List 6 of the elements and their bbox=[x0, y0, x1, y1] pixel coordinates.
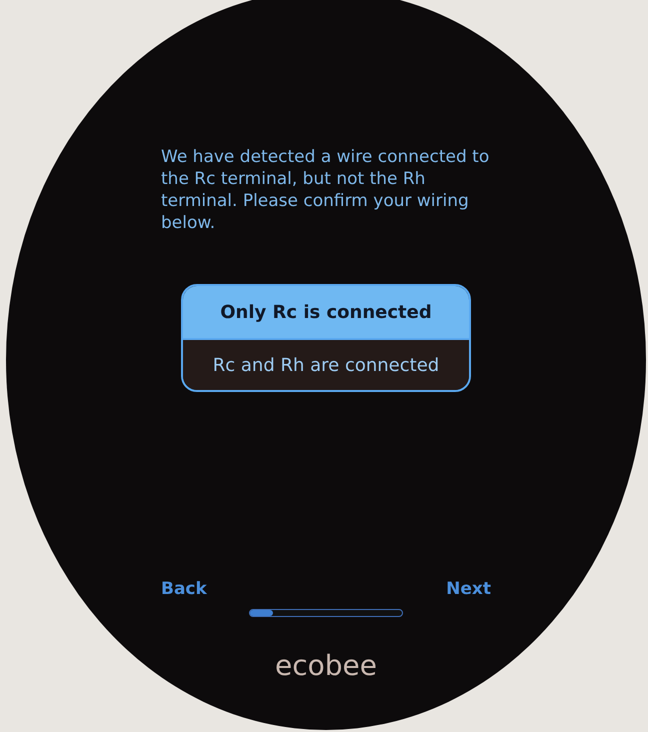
wiring-message: We have detected a wire connected to the Rc terminal, but not the Rh terminal. Please confirm your wiring below. bbox=[161, 146, 490, 234]
back-button[interactable]: Back bbox=[161, 577, 207, 602]
brand-logo: ecobee bbox=[275, 648, 377, 684]
option-button[interactable]: Only Rc is connected bbox=[183, 286, 469, 338]
option-button[interactable]: Rc and Rh are connected bbox=[183, 338, 469, 390]
next-button[interactable]: Next bbox=[446, 577, 491, 602]
